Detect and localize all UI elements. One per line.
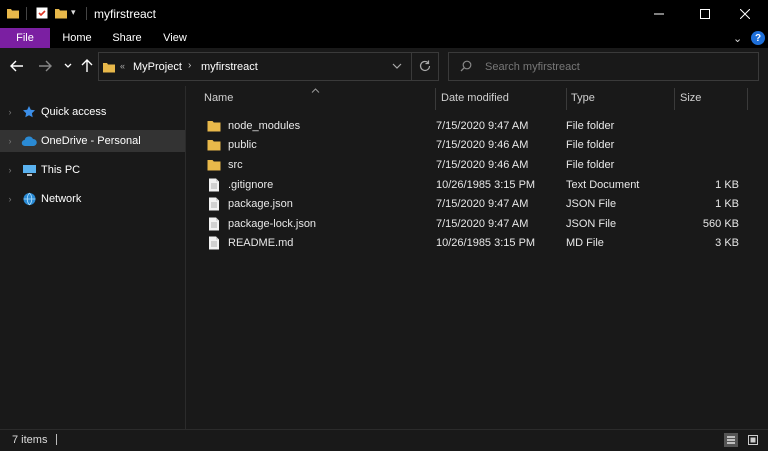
file-date-modified: 7/15/2020 9:46 AM xyxy=(436,139,529,152)
nav-item-label: Quick access xyxy=(41,106,107,118)
tab-share[interactable]: Share xyxy=(104,28,150,48)
file-row[interactable]: src 7/15/2020 9:46 AM File folder xyxy=(198,155,748,175)
file-row[interactable]: package.json 7/15/2020 9:47 AM JSON File 1 … xyxy=(198,194,748,214)
column-header-date-modified[interactable]: Date modified xyxy=(441,88,563,108)
tab-home[interactable]: Home xyxy=(54,28,100,48)
folder-icon xyxy=(207,119,221,133)
window-title: myfirstreact xyxy=(94,7,157,21)
divider xyxy=(86,7,87,20)
nav-item-onedrive[interactable]: › OneDrive - Personal xyxy=(0,130,185,152)
file-date-modified: 7/15/2020 9:47 AM xyxy=(436,198,529,211)
file-size: 3 KB xyxy=(715,237,739,250)
file-name: package-lock.json xyxy=(228,217,317,230)
file-icon xyxy=(207,178,221,192)
column-divider[interactable] xyxy=(435,88,436,110)
file-date-modified: 10/26/1985 3:15 PM xyxy=(436,178,536,191)
nav-item-label: OneDrive - Personal xyxy=(41,135,141,147)
address-dropdown-icon[interactable] xyxy=(392,61,402,73)
tab-file[interactable]: File xyxy=(0,28,50,48)
nav-item-label: Network xyxy=(41,193,82,205)
tab-view[interactable]: View xyxy=(152,28,198,48)
expand-chevron-icon[interactable]: › xyxy=(0,107,20,117)
file-row[interactable]: public 7/15/2020 9:46 AM File folder xyxy=(198,136,748,156)
file-date-modified: 7/15/2020 9:47 AM xyxy=(436,217,529,230)
file-date-modified: 7/15/2020 9:47 AM xyxy=(436,119,529,132)
column-divider[interactable] xyxy=(747,88,748,110)
file-type: JSON File xyxy=(566,198,617,211)
overflow-chevron-icon[interactable]: « xyxy=(120,61,125,71)
folder-icon xyxy=(102,60,116,74)
nav-item-quick-access[interactable]: › Quick access xyxy=(0,101,185,123)
file-row[interactable]: package-lock.json 7/15/2020 9:47 AM JSON F… xyxy=(198,214,748,234)
close-button[interactable] xyxy=(722,0,768,28)
status-bar xyxy=(0,429,768,451)
expand-chevron-icon[interactable]: › xyxy=(0,165,20,175)
breadcrumb-myfirstreact[interactable]: myfirstreact xyxy=(201,61,258,73)
nav-item-label: This PC xyxy=(41,164,81,176)
star-icon xyxy=(20,104,38,120)
column-divider[interactable] xyxy=(674,88,675,110)
up-button[interactable] xyxy=(79,58,95,74)
file-row[interactable]: .gitignore 10/26/1985 3:15 PM Text Documen… xyxy=(198,175,748,195)
cloud-icon xyxy=(20,133,38,149)
column-header-name[interactable]: Name xyxy=(204,88,434,108)
folder-icon xyxy=(207,158,221,172)
file-type: File folder xyxy=(566,139,615,152)
file-row[interactable]: README.md 10/26/1985 3:15 PM MD File 3 KB xyxy=(198,234,748,254)
expand-ribbon-icon[interactable]: ⌄ xyxy=(733,32,742,45)
item-count: 7 items xyxy=(12,434,48,446)
nav-item-network[interactable]: › Network xyxy=(0,188,185,210)
file-date-modified: 7/15/2020 9:46 AM xyxy=(436,158,529,171)
breadcrumb-myproject[interactable]: MyProject xyxy=(133,61,182,73)
file-icon xyxy=(207,217,221,231)
divider xyxy=(411,52,412,81)
expand-chevron-icon[interactable]: › xyxy=(0,136,20,146)
file-type: File folder xyxy=(566,158,615,171)
search-placeholder: Search myfirstreact xyxy=(485,61,580,73)
file-type: JSON File xyxy=(566,217,617,230)
minimize-button[interactable] xyxy=(636,0,682,28)
computer-icon xyxy=(20,162,38,178)
file-icon xyxy=(207,197,221,211)
file-row[interactable]: node_modules 7/15/2020 9:47 AM File folder xyxy=(198,116,748,136)
expand-chevron-icon[interactable]: › xyxy=(0,194,20,204)
folder-icon xyxy=(207,138,221,152)
file-type: Text Document xyxy=(566,178,640,191)
file-name: README.md xyxy=(228,237,294,250)
file-name: node_modules xyxy=(228,119,301,132)
file-name: package.json xyxy=(228,198,293,211)
file-name: src xyxy=(228,158,243,171)
column-header-type[interactable]: Type xyxy=(571,88,675,108)
network-icon xyxy=(20,191,38,207)
file-size: 560 KB xyxy=(702,217,739,230)
file-name: .gitignore xyxy=(228,178,274,191)
column-header-size[interactable]: Size xyxy=(680,88,744,108)
details-view-icon[interactable] xyxy=(724,433,738,447)
file-type: MD File xyxy=(566,237,604,250)
file-date-modified: 10/26/1985 3:15 PM xyxy=(436,237,536,250)
file-name: public xyxy=(228,139,257,152)
file-size: 1 KB xyxy=(715,198,739,211)
search-icon xyxy=(460,60,472,75)
file-type: File folder xyxy=(566,119,615,132)
help-icon[interactable]: ? xyxy=(751,31,765,45)
properties-icon[interactable] xyxy=(35,6,49,20)
folder-icon xyxy=(6,6,20,20)
divider xyxy=(26,7,27,20)
large-icons-view-icon[interactable] xyxy=(746,433,760,447)
recent-locations-button[interactable] xyxy=(60,58,76,74)
back-button[interactable] xyxy=(9,58,25,74)
file-icon xyxy=(207,236,221,250)
breadcrumb-separator-icon[interactable]: › xyxy=(188,60,191,71)
status-divider xyxy=(56,434,57,445)
nav-item-this-pc[interactable]: › This PC xyxy=(0,159,185,181)
new-folder-icon[interactable] xyxy=(54,6,68,20)
forward-button[interactable] xyxy=(37,58,53,74)
column-divider[interactable] xyxy=(566,88,567,110)
file-size: 1 KB xyxy=(715,178,739,191)
refresh-icon[interactable] xyxy=(418,59,432,76)
customize-quick-access-icon[interactable]: ▾ xyxy=(71,7,76,18)
